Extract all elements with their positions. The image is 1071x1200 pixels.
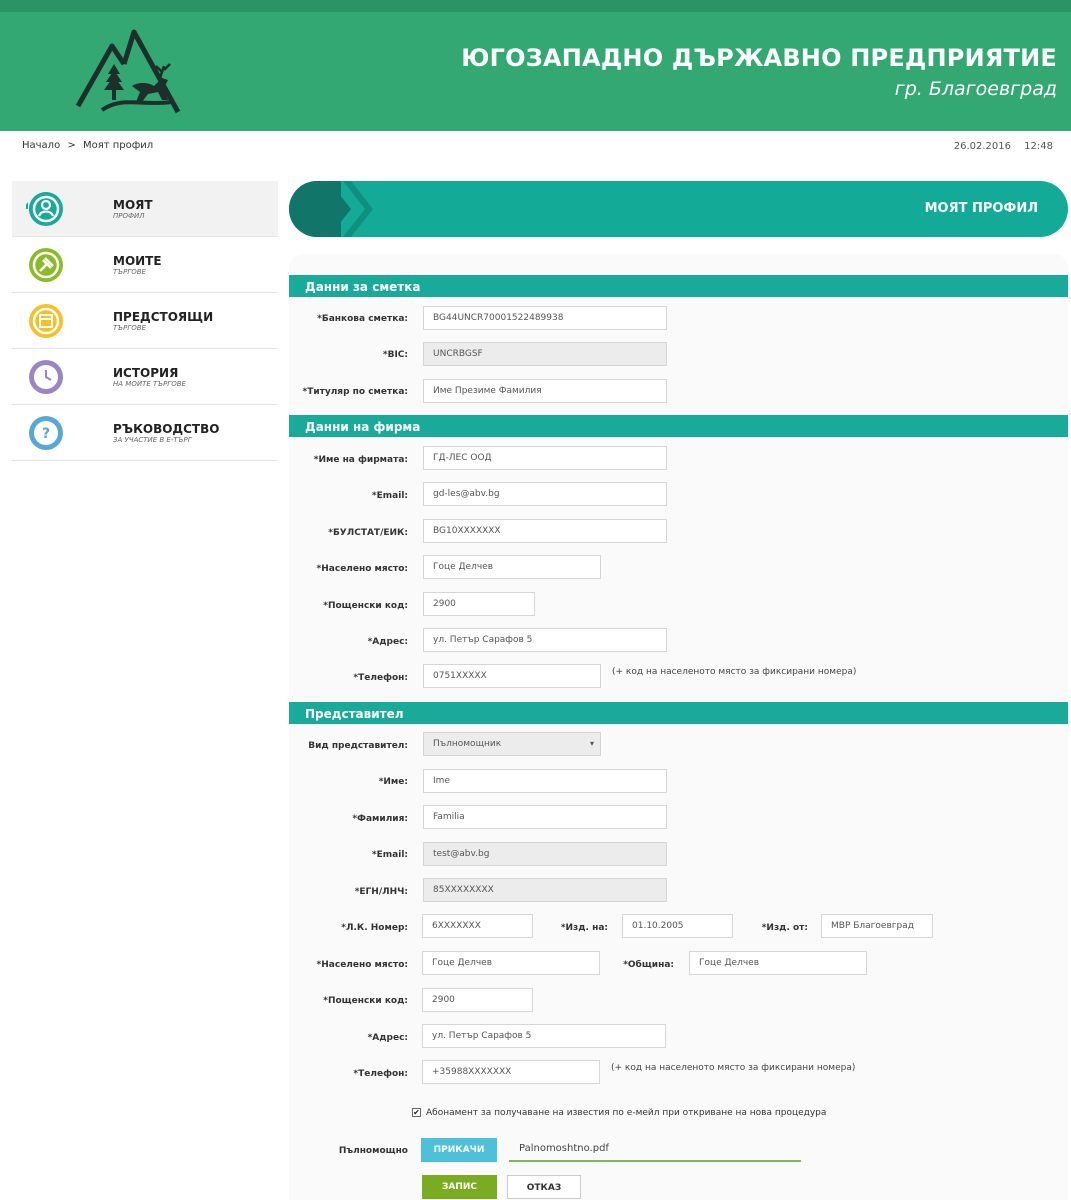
company-address-label: *Адрес: — [367, 637, 408, 647]
caret-down-icon: ▾ — [589, 739, 594, 748]
sidebar-item-title: РЪКОВОДСТВО — [113, 422, 220, 436]
rep-zip-input[interactable]: 2900 — [422, 988, 533, 1012]
page-title: МОЯТ ПРОФИЛ — [924, 201, 1038, 216]
attached-file-name: Palnomoshtno.pdf — [509, 1138, 801, 1162]
company-phone-input[interactable]: 0751XXXXX — [423, 664, 601, 688]
bic-input: UNCRBGSF — [423, 342, 667, 366]
company-zip-input[interactable]: 2900 — [423, 592, 535, 616]
representative-type-value: Пълномощник — [433, 739, 502, 749]
company-city-input[interactable]: Гоце Делчев — [423, 555, 601, 579]
org-city: гр. Благоевград — [894, 78, 1057, 100]
clock-icon — [29, 360, 63, 394]
account-holder-input[interactable]: Име Презиме Фамилия — [423, 379, 667, 403]
sidebar-item-subtitle: ЗА УЧАСТИЕ В Е-ТЪРГ — [113, 436, 192, 444]
sidebar-item-subtitle: ПРОФИЛ — [113, 212, 145, 220]
subscribe-checkbox[interactable]: ✔ — [412, 1108, 421, 1117]
breadcrumb: Начало > Моят профил — [22, 140, 157, 151]
subscribe-label: Абонамент за получаване на известия по е… — [426, 1108, 827, 1118]
issued-by-input[interactable]: МВР Благоевград — [821, 914, 933, 938]
cancel-button[interactable]: ОТКАЗ — [507, 1175, 581, 1199]
municipality-input[interactable]: Гоце Делчев — [689, 951, 867, 975]
current-datetime: 26.02.2016 12:48 — [954, 141, 1053, 152]
municipality-label: *Община: — [623, 960, 674, 970]
sidebar-item-upcoming[interactable]: ПРЕДСТОЯЩИ ТЪРГОВЕ — [12, 293, 278, 349]
sidebar-item-subtitle: ТЪРГОВЕ — [113, 324, 146, 332]
issued-on-label: *Изд. на: — [560, 923, 608, 933]
org-title: ЮГОЗАПАДНО ДЪРЖАВНО ПРЕДПРИЯТИЕ — [461, 44, 1057, 72]
rep-email-label: *Email: — [371, 850, 408, 860]
company-email-input[interactable]: gd-les@abv.bg — [423, 482, 667, 506]
page-banner: МОЯТ ПРОФИЛ — [289, 181, 1068, 237]
breadcrumb-current: Моят профил — [82, 140, 154, 151]
egn-input: 85XXXXXXXX — [423, 878, 667, 902]
sidebar-item-title: ПРЕДСТОЯЩИ — [113, 310, 214, 324]
egn-label: *ЕГН/ЛНЧ: — [354, 887, 408, 897]
banner-chevron-icon — [289, 181, 373, 237]
rep-address-label: *Адрес: — [367, 1033, 408, 1043]
company-address-input[interactable]: ул. Петър Сарафов 5 — [423, 628, 667, 652]
id-number-label: *Л.К. Номер: — [341, 923, 408, 933]
svg-text:?: ? — [42, 426, 50, 442]
breadcrumb-separator: > — [67, 140, 76, 151]
current-time: 12:48 — [1024, 141, 1053, 152]
sidebar-item-history[interactable]: ИСТОРИЯ НА МОИТЕ ТЪРГОВЕ — [12, 349, 278, 405]
sidebar-nav: МОЯТ ПРОФИЛ МОИТЕ ТЪРГОВЕ ПРЕДСТОЯЩИ ТЪР… — [12, 181, 278, 461]
section-representative-header: Представител — [289, 702, 1068, 724]
sidebar-item-my-auctions[interactable]: МОИТЕ ТЪРГОВЕ — [12, 237, 278, 293]
rep-address-input[interactable]: ул. Петър Сарафов 5 — [422, 1024, 666, 1048]
forest-deer-logo-icon[interactable] — [72, 26, 190, 116]
bank-account-label: *Банкова сметка: — [317, 314, 408, 324]
save-button[interactable]: ЗАПИС — [422, 1175, 497, 1199]
bulstat-label: *БУЛСТАТ/ЕИК: — [328, 528, 408, 538]
section-company-header: Данни на фирма — [289, 415, 1068, 437]
representative-type-label: Вид представител: — [308, 741, 408, 751]
company-phone-hint: (+ код на населеното място за фиксирани … — [612, 667, 857, 677]
question-icon: ? — [29, 416, 63, 450]
current-date: 26.02.2016 — [953, 141, 1011, 152]
section-account-header: Данни за сметка — [289, 275, 1068, 297]
sidebar-item-title: МОИТЕ — [113, 254, 162, 268]
rep-phone-label: *Телефон: — [353, 1069, 408, 1079]
account-holder-label: *Титуляр по сметка: — [302, 387, 408, 397]
site-header: ЮГОЗАПАДНО ДЪРЖАВНО ПРЕДПРИЯТИЕ гр. Благ… — [0, 0, 1071, 131]
rep-zip-label: *Пощенски код: — [323, 996, 408, 1006]
last-name-input[interactable]: Familia — [423, 805, 667, 829]
bic-label: *BIC: — [382, 350, 408, 360]
attach-button[interactable]: ПРИКАЧИ — [421, 1138, 497, 1162]
sidebar-item-subtitle: НА МОИТЕ ТЪРГОВЕ — [113, 380, 186, 388]
user-icon — [26, 192, 63, 226]
first-name-label: *Име: — [378, 777, 408, 787]
header-topbar — [0, 0, 1071, 12]
bulstat-input[interactable]: BG10XXXXXXX — [423, 519, 667, 543]
sidebar-item-subtitle: ТЪРГОВЕ — [113, 268, 146, 276]
sidebar-item-my-profile[interactable]: МОЯТ ПРОФИЛ — [12, 181, 278, 237]
rep-phone-input[interactable]: +35988XXXXXXX — [422, 1060, 600, 1084]
gavel-icon — [29, 248, 63, 282]
representative-type-select[interactable]: Пълномощник ▾ — [423, 732, 601, 756]
first-name-input[interactable]: Ime — [423, 769, 667, 793]
company-zip-label: *Пощенски код: — [323, 601, 408, 611]
company-phone-label: *Телефон: — [353, 673, 408, 683]
company-city-label: *Населено място: — [316, 564, 408, 574]
rep-city-label: *Населено място: — [316, 960, 408, 970]
last-name-label: *Фамилия: — [352, 814, 408, 824]
issued-by-label: *Изд. от: — [761, 923, 808, 933]
breadcrumb-home-link[interactable]: Начало — [22, 140, 60, 151]
sidebar-item-title: МОЯТ — [113, 198, 153, 212]
company-email-label: *Email: — [371, 491, 408, 501]
sidebar-item-guide[interactable]: ? РЪКОВОДСТВО ЗА УЧАСТИЕ В Е-ТЪРГ — [12, 405, 278, 461]
calendar-icon — [29, 304, 63, 338]
company-name-input[interactable]: ГД-ЛЕС ООД — [423, 446, 667, 470]
bank-account-input[interactable]: BG44UNCR70001522489938 — [423, 306, 667, 330]
rep-phone-hint: (+ код на населеното място за фиксирани … — [611, 1063, 856, 1073]
power-of-attorney-label: Пълномощно — [338, 1146, 408, 1156]
sidebar-item-title: ИСТОРИЯ — [113, 366, 179, 380]
rep-email-input: test@abv.bg — [423, 842, 667, 866]
company-name-label: *Име на фирмата: — [313, 455, 408, 465]
